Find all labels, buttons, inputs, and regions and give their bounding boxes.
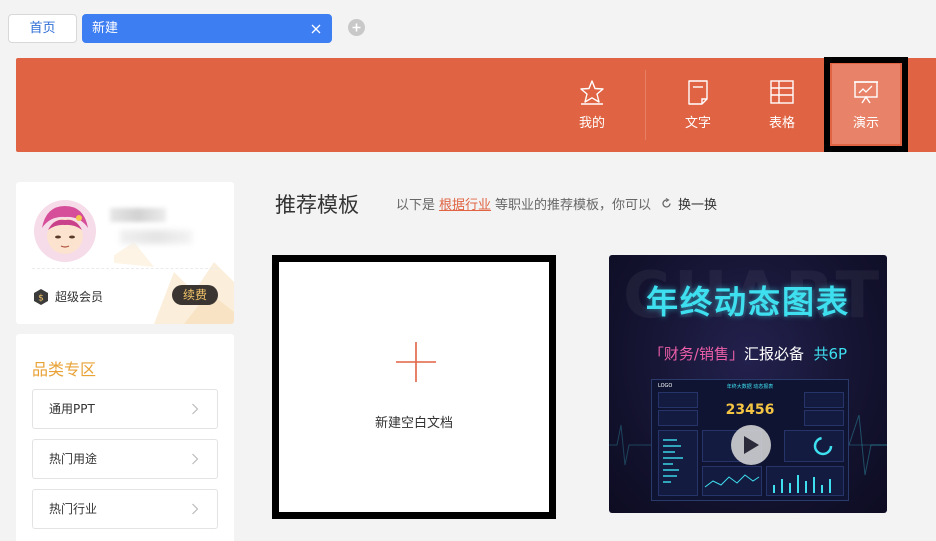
category-item-popular-industry[interactable]: 热门行业 <box>32 489 218 529</box>
template-title: 年终动态图表 <box>645 283 850 321</box>
category-item-label: 热门行业 <box>49 502 98 516</box>
preview-panel <box>702 466 762 496</box>
close-icon[interactable] <box>309 15 323 42</box>
new-blank-label: 新建空白文档 <box>374 416 453 431</box>
chevron-right-icon <box>192 503 199 515</box>
tab-bar: 首页 新建 <box>0 0 936 58</box>
plus-icon <box>396 342 436 382</box>
nav-present[interactable]: 演示 <box>832 64 900 144</box>
category-item-popular-use[interactable]: 热门用途 <box>32 439 218 479</box>
add-tab-icon[interactable] <box>348 19 365 36</box>
category-item-general-ppt[interactable]: 通用PPT <box>32 389 218 429</box>
category-item-label: 热门用途 <box>49 452 98 466</box>
template-screen-title: 年终大数据 动态报表 <box>726 384 774 390</box>
new-blank-document-card[interactable]: 新建空白文档 <box>272 255 556 519</box>
recommend-description: 以下是 根据行业 等职业的推荐模板，你可以 换一换 <box>396 194 717 213</box>
template-screen-number: 23456 <box>725 402 775 418</box>
document-icon <box>688 80 708 105</box>
profile-card: $ 超级会员 续费 <box>16 182 234 324</box>
preview-panel <box>658 430 698 496</box>
refresh-label: 换一换 <box>678 198 718 213</box>
preview-panel <box>766 466 844 496</box>
nav-mine[interactable]: 我的 <box>556 58 628 152</box>
star-icon <box>580 80 604 105</box>
template-subtitle-a: 「财务/销售」 <box>648 345 744 363</box>
category-banner: 我的 文字 表格 演示 <box>16 57 936 152</box>
member-status: $ 超级会员 <box>34 288 103 305</box>
user-info-placeholder <box>120 230 192 244</box>
nav-table-label: 表格 <box>768 116 795 131</box>
presentation-icon <box>854 81 878 104</box>
username-placeholder <box>110 208 166 222</box>
renew-button[interactable]: 续费 <box>172 285 218 305</box>
table-icon <box>770 80 794 104</box>
nav-present-label: 演示 <box>852 116 879 131</box>
nav-text[interactable]: 文字 <box>662 58 734 152</box>
tab-home[interactable]: 首页 <box>8 14 77 43</box>
tab-new[interactable]: 新建 <box>82 14 332 43</box>
desc-suffix: 等职业的推荐模板，你可以 <box>495 198 652 213</box>
avatar[interactable] <box>34 200 96 262</box>
nav-text-label: 文字 <box>684 116 711 131</box>
refresh-icon <box>662 198 671 208</box>
nav-table[interactable]: 表格 <box>746 58 818 152</box>
svg-text:$: $ <box>38 293 44 303</box>
member-badge-icon: $ <box>34 288 48 305</box>
member-label: 超级会员 <box>55 290 104 304</box>
template-card[interactable]: CHART 年终动态图表 「财务/销售」汇报必备 共6P LOGO 年终大数据 … <box>609 255 887 513</box>
preview-panel <box>784 430 844 462</box>
chevron-right-icon <box>192 453 199 465</box>
industry-link[interactable]: 根据行业 <box>439 194 491 213</box>
chevron-right-icon <box>192 403 199 415</box>
template-subtitle-b: 汇报必备 <box>743 345 804 363</box>
template-subtitle-c: 共6P <box>813 345 848 363</box>
category-title: 品类专区 <box>32 360 97 379</box>
nav-mine-label: 我的 <box>578 116 605 131</box>
category-panel: 品类专区 通用PPT 热门用途 热门行业 <box>16 334 234 541</box>
category-item-label: 通用PPT <box>49 402 95 416</box>
template-subtitle: 「财务/销售」汇报必备 共6P <box>609 343 887 364</box>
refresh-button[interactable]: 换一换 <box>661 194 717 213</box>
play-icon[interactable] <box>731 425 771 465</box>
desc-prefix: 以下是 <box>396 198 436 213</box>
page-title: 推荐模板 <box>275 193 359 217</box>
tab-new-label: 新建 <box>92 21 119 36</box>
nav-divider <box>645 70 646 140</box>
divider <box>32 268 218 269</box>
